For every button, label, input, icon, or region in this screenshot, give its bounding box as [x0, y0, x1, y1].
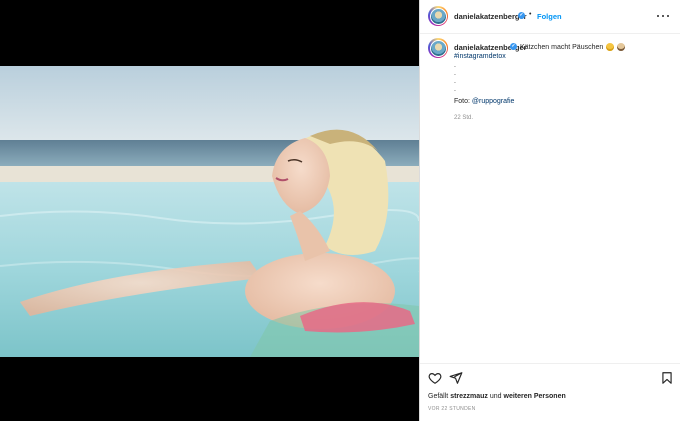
post-username[interactable]: danielakatzenberger [454, 12, 527, 21]
likes-middle: und [487, 393, 504, 400]
verified-badge-icon: ✓ [518, 12, 525, 19]
credit-mention-link[interactable]: @ruppografie [472, 98, 515, 105]
grimacing-face-emoji-icon [606, 43, 615, 51]
liked-by-user-link[interactable]: strezzmauz [450, 393, 488, 400]
liked-by-others-link[interactable]: weiteren Personen [504, 393, 566, 400]
caption-dot: . [454, 86, 456, 93]
caption-text: Kätzchen macht Päuschen [520, 43, 626, 51]
cat-face-emoji-icon [617, 43, 626, 51]
caption-body: Kätzchen macht Päuschen [520, 43, 604, 51]
credit-prefix: Foto: [454, 98, 472, 105]
post-media-panel [0, 0, 419, 421]
share-icon[interactable] [449, 371, 463, 385]
bookmark-icon[interactable] [660, 371, 674, 385]
caption-verified-badge-icon: ✓ [510, 43, 517, 50]
more-options-icon[interactable] [657, 10, 669, 22]
likes-summary: Gefällt strezzmauz und weiteren Personen [428, 393, 566, 400]
post-actions: Gefällt strezzmauz und weiteren Personen… [420, 363, 680, 421]
post-sidebar: danielakatzenberger ✓ • Folgen danielaka… [419, 0, 680, 421]
post-header: danielakatzenberger ✓ • Folgen [420, 0, 680, 34]
caption-avatar[interactable] [428, 38, 448, 58]
follow-button[interactable]: Folgen [537, 12, 562, 21]
caption-timestamp[interactable]: 22 Std. [454, 115, 473, 121]
likes-prefix: Gefällt [428, 393, 451, 400]
caption-section: danielakatzenberger ✓ Kätzchen macht Päu… [420, 34, 680, 364]
caption-dot: . [454, 70, 456, 77]
separator-dot: • [529, 11, 532, 18]
post-photo-illustration [0, 66, 419, 357]
hashtag-link[interactable]: #instagramdetox [454, 53, 506, 60]
post-timestamp[interactable]: VOR 22 STUNDEN [428, 406, 476, 412]
heart-icon[interactable] [428, 371, 442, 385]
photo-credit: Foto: @ruppografie [454, 98, 514, 105]
caption-dot: . [454, 62, 456, 69]
post-photo[interactable] [0, 66, 419, 357]
avatar[interactable] [428, 6, 448, 26]
caption-dot: . [454, 78, 456, 85]
